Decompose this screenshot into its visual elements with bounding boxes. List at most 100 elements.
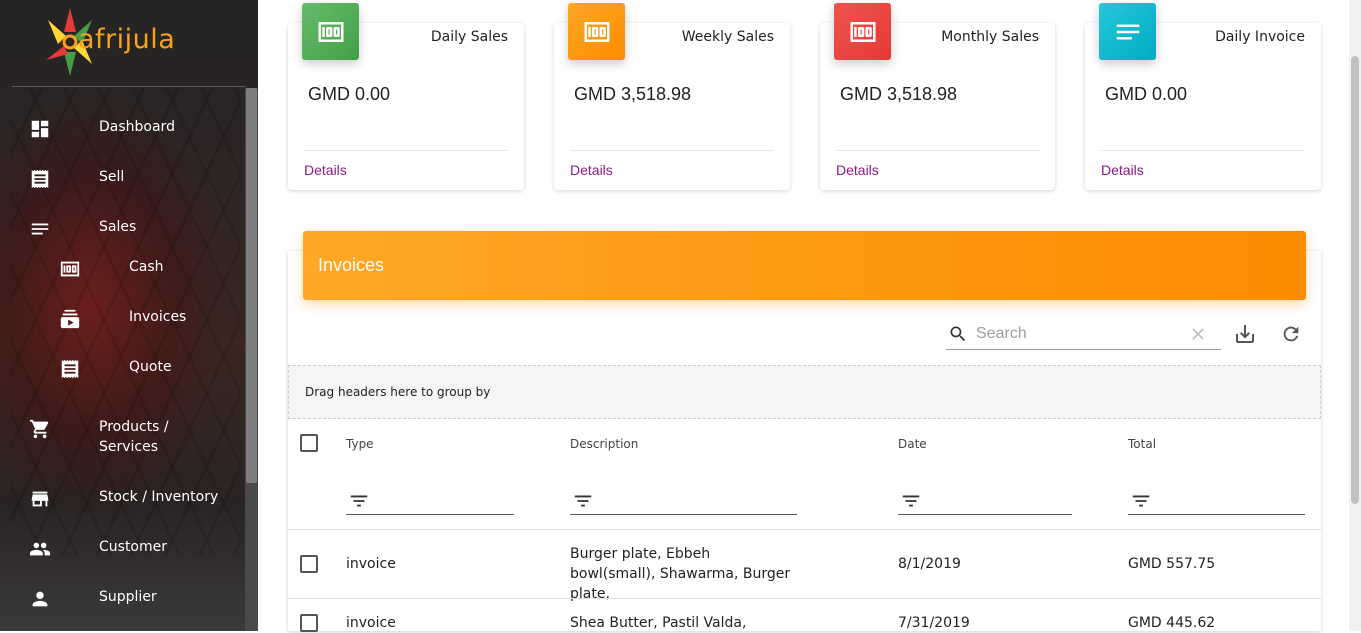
invoices-header: Invoices xyxy=(303,231,1306,300)
search-bar xyxy=(946,318,1221,350)
card-details-link[interactable]: Details xyxy=(570,162,613,178)
invoices-title: Invoices xyxy=(318,255,385,275)
search-icon xyxy=(950,326,966,342)
card-divider xyxy=(1101,150,1305,151)
cell-date: 7/31/2019 xyxy=(898,615,970,631)
sidebar-item-label: Customer xyxy=(99,539,168,555)
money-icon xyxy=(60,261,80,277)
weekly-sales-card: Weekly Sales GMD 3,518.98 Details xyxy=(554,3,790,190)
monthly-sales-card: Monthly Sales GMD 3,518.98 Details xyxy=(820,3,1055,190)
dashboard-icon xyxy=(31,120,49,138)
sidebar-item-supplier[interactable]: Supplier xyxy=(0,586,245,608)
cell-date: 8/1/2019 xyxy=(898,556,961,572)
daily-sales-card: Daily Sales GMD 0.00 Details xyxy=(288,3,524,190)
logo-text: afrijula xyxy=(78,24,176,55)
cell-description: Shea Butter, Pastil Valda, xyxy=(570,615,747,631)
money-icon xyxy=(318,21,343,42)
filter-icon xyxy=(350,495,368,507)
description-filter[interactable] xyxy=(570,487,797,515)
page-scrollbar-thumb[interactable] xyxy=(1351,56,1359,504)
card-badge xyxy=(1099,3,1156,60)
card-details-link[interactable]: Details xyxy=(304,162,347,178)
page-scrollbar[interactable] xyxy=(1349,0,1361,631)
people-icon xyxy=(29,542,51,556)
search-input[interactable] xyxy=(974,322,1183,346)
clear-icon[interactable] xyxy=(1188,324,1208,344)
money-icon xyxy=(850,21,875,42)
card-value: GMD 0.00 xyxy=(308,84,391,104)
person-icon xyxy=(32,591,48,607)
card-title: Daily Invoice xyxy=(1215,29,1305,45)
column-header-total[interactable]: Total xyxy=(1128,437,1156,451)
sidebar-item-label: Products / Services xyxy=(99,419,169,455)
sidebar-item-sales[interactable]: Sales xyxy=(0,216,245,238)
group-by-dropzone[interactable]: Drag headers here to group by xyxy=(288,365,1321,419)
sidebar-item-label: Supplier xyxy=(99,589,157,605)
card-divider xyxy=(836,150,1039,151)
sidebar-item-dashboard[interactable]: Dashboard xyxy=(0,116,245,138)
subscriptions-icon xyxy=(60,309,80,329)
sidebar-item-label: Stock / Inventory xyxy=(99,489,219,505)
card-divider xyxy=(570,150,774,151)
sidebar-item-label: Sales xyxy=(99,219,137,235)
card-title: Weekly Sales xyxy=(681,29,774,45)
select-all-checkbox[interactable] xyxy=(300,434,318,452)
total-filter[interactable] xyxy=(1128,487,1305,515)
card-badge xyxy=(834,3,891,60)
sidebar-item-quote[interactable]: Quote xyxy=(0,356,245,379)
filter-icon xyxy=(1132,495,1150,507)
sidebar-item-label: Invoices xyxy=(129,309,187,325)
row-divider xyxy=(288,529,1321,530)
card-badge xyxy=(302,3,359,60)
card-value: GMD 0.00 xyxy=(1105,84,1188,104)
filter-icon xyxy=(902,495,920,507)
receipt-icon xyxy=(31,169,49,189)
type-filter[interactable] xyxy=(346,487,514,515)
notes-icon xyxy=(1116,24,1139,39)
row-checkbox[interactable] xyxy=(300,614,318,632)
sidebar-item-invoices[interactable]: Invoices xyxy=(0,306,245,329)
cart-icon xyxy=(29,419,49,439)
store-icon xyxy=(31,491,49,507)
filter-icon xyxy=(574,495,592,507)
sidebar-scrollbar-thumb[interactable] xyxy=(246,88,257,483)
sidebar-item-label: Sell xyxy=(99,169,125,185)
column-header-type[interactable]: Type xyxy=(346,437,374,451)
sidebar-item-cash[interactable]: Cash xyxy=(0,256,245,278)
daily-invoice-card: Daily Invoice GMD 0.00 Details xyxy=(1085,3,1321,190)
sidebar-item-customer[interactable]: Customer xyxy=(0,536,245,558)
sidebar-item-sell[interactable]: Sell xyxy=(0,166,245,189)
card-value: GMD 3,518.98 xyxy=(840,84,958,104)
sidebar-item-label: Cash xyxy=(129,259,164,275)
column-header-date[interactable]: Date xyxy=(898,437,927,451)
card-details-link[interactable]: Details xyxy=(836,162,879,178)
sidebar-item-label: Dashboard xyxy=(99,119,175,135)
list-icon xyxy=(31,223,49,235)
sidebar-scrollbar[interactable] xyxy=(245,88,258,631)
logo-divider xyxy=(12,86,246,87)
date-filter[interactable] xyxy=(898,487,1072,515)
card-title: Daily Sales xyxy=(430,29,508,45)
card-title: Monthly Sales xyxy=(941,29,1039,45)
money-icon xyxy=(584,21,609,42)
card-divider xyxy=(304,150,508,151)
cell-type: invoice xyxy=(346,615,396,631)
invoices-panel xyxy=(288,251,1321,631)
card-badge xyxy=(568,3,625,60)
sidebar-item-products[interactable]: Products / Services xyxy=(0,416,245,458)
cell-description: Burger plate, Ebbeh bowl(small), Shawarm… xyxy=(570,546,791,602)
sidebar: afrijula Dashboard Sell Sales Cash Invoi… xyxy=(0,0,258,631)
receipt-icon xyxy=(61,359,79,379)
row-divider xyxy=(288,598,1321,599)
card-value: GMD 3,518.98 xyxy=(574,84,692,104)
refresh-icon[interactable] xyxy=(1280,323,1302,345)
cell-total: GMD 557.75 xyxy=(1128,556,1216,572)
cell-type: invoice xyxy=(346,556,396,572)
card-details-link[interactable]: Details xyxy=(1101,162,1144,178)
sidebar-item-stock[interactable]: Stock / Inventory xyxy=(0,486,245,508)
row-checkbox[interactable] xyxy=(300,555,318,573)
column-header-description[interactable]: Description xyxy=(570,437,638,451)
cell-total: GMD 445.62 xyxy=(1128,615,1216,631)
group-by-hint: Drag headers here to group by xyxy=(305,385,491,399)
download-icon[interactable] xyxy=(1233,322,1257,346)
